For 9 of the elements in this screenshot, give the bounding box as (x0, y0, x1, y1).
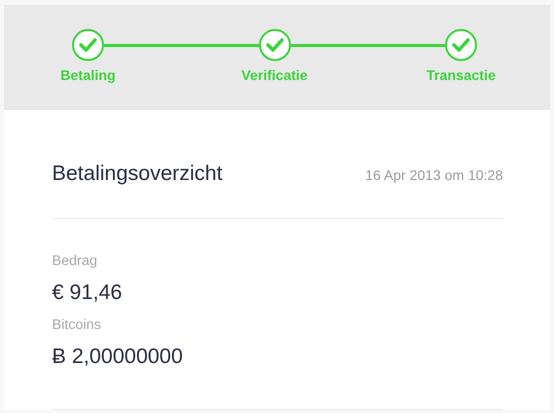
step-label: Verificatie (241, 66, 308, 85)
field-label: Bedrag (52, 250, 98, 268)
field-label: Bitcoins (52, 314, 102, 332)
summary-title: Betalingsoverzicht (52, 161, 222, 187)
field-value: € 91,46 (52, 280, 124, 304)
summary-date: 16 Apr 2013 om 10:28 (365, 166, 503, 185)
field-value: Ƀ 2,00000000 (52, 344, 184, 368)
step-label: Transactie (426, 66, 496, 85)
step-label: Betaling (60, 66, 116, 85)
